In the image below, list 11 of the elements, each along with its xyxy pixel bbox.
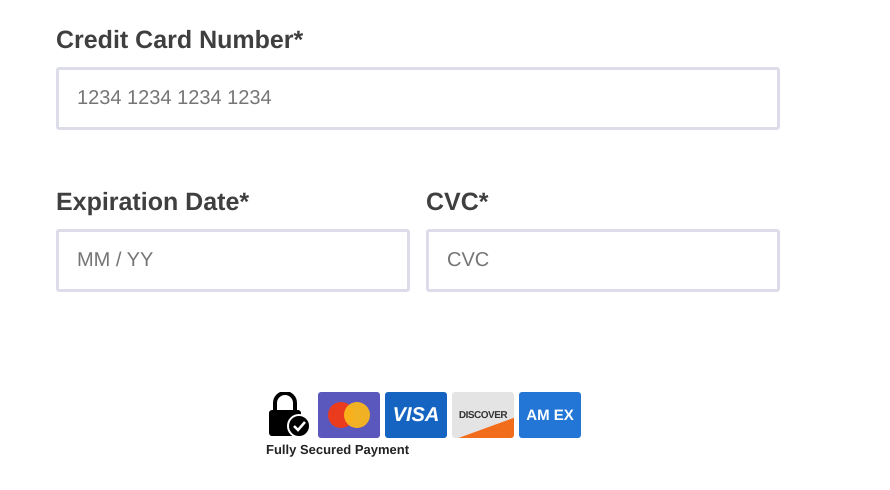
mastercard-logo bbox=[318, 392, 380, 438]
secure-payment-caption: Fully Secured Payment bbox=[266, 442, 410, 457]
input-field[interactable]: MM / YY bbox=[56, 229, 410, 292]
visa-logo: VISA bbox=[385, 392, 447, 438]
field-label: Expiration Date* bbox=[56, 188, 250, 217]
discover-logo: DISCOVER bbox=[452, 392, 514, 438]
input-field[interactable]: 1234 1234 1234 1234 bbox=[56, 67, 780, 130]
amex-logo: AM EX bbox=[519, 392, 581, 438]
input-field[interactable]: CVC bbox=[426, 229, 780, 292]
field-label: CVC* bbox=[426, 188, 490, 217]
field-label: Credit Card Number* bbox=[56, 26, 304, 55]
